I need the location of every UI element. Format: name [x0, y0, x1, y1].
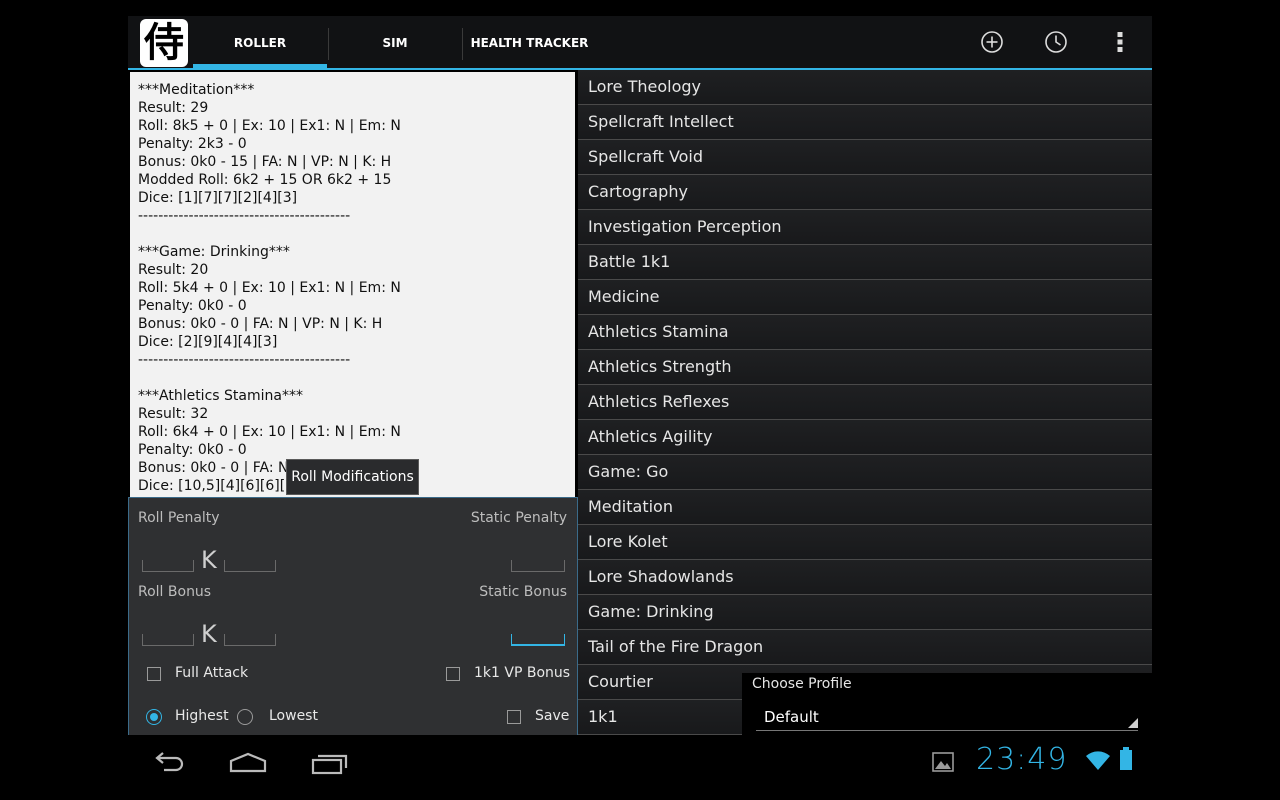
log-line: Result: 20	[138, 262, 209, 278]
log-line: ***Game: Drinking***	[138, 244, 290, 260]
lowest-radio[interactable]	[237, 709, 253, 725]
gallery-icon	[932, 752, 954, 772]
log-line: Modded Roll: 6k2 + 15 OR 6k2 + 15	[138, 172, 392, 188]
choose-profile-label: Choose Profile	[752, 676, 852, 692]
skill-list-item[interactable]: Spellcraft Intellect	[578, 105, 1152, 140]
log-line: ----------------------------------------…	[138, 208, 351, 224]
full-attack-checkbox[interactable]	[147, 667, 161, 681]
log-line: Roll: 5k4 + 0 | Ex: 10 | Ex1: N | Em: N	[138, 280, 401, 296]
save-label[interactable]: Save	[535, 708, 569, 724]
save-checkbox[interactable]	[507, 710, 521, 724]
skill-list-item[interactable]: Athletics Strength	[578, 350, 1152, 385]
log-spacer	[138, 369, 575, 387]
wifi-icon	[1086, 751, 1110, 770]
roll-bonus-label: Roll Bonus	[138, 584, 212, 600]
roll-bonus-roll-field[interactable]	[142, 634, 194, 646]
skill-list-item[interactable]: Investigation Perception	[578, 210, 1152, 245]
log-line: Penalty: 2k3 - 0	[138, 136, 247, 152]
tab-roller[interactable]: ROLLER	[193, 16, 327, 68]
status-clock: 23:49	[976, 742, 1068, 777]
skill-list-item[interactable]: Lore Shadowlands	[578, 560, 1152, 595]
profile-chooser: Choose Profile Default	[742, 673, 1152, 735]
roll-penalty-k-label: K	[201, 546, 217, 574]
lowest-label[interactable]: Lowest	[269, 708, 318, 724]
roll-modifications-tooltip: Roll Modifications	[286, 459, 419, 495]
tab-sim[interactable]: SIM	[329, 16, 461, 68]
static-penalty-field[interactable]	[511, 560, 565, 572]
add-icon[interactable]	[979, 29, 1005, 55]
log-line: ***Meditation***	[138, 82, 255, 98]
log-line: Dice: [2][9][4][4][3]	[138, 334, 278, 350]
action-bar: 侍 ROLLER SIM HEALTH TRACKER	[128, 16, 1152, 70]
skill-list-item[interactable]: Battle 1k1	[578, 245, 1152, 280]
highest-radio[interactable]	[146, 709, 162, 725]
log-line: Penalty: 0k0 - 0	[138, 298, 247, 314]
profile-value: Default	[764, 708, 819, 726]
log-line: Result: 29	[138, 100, 209, 116]
skill-list-item[interactable]: Athletics Reflexes	[578, 385, 1152, 420]
roll-log[interactable]: ***Meditation*** Result: 29 Roll: 8k5 + 0 …	[130, 72, 575, 498]
skill-list-item[interactable]: Lore Theology	[578, 70, 1152, 105]
full-attack-label[interactable]: Full Attack	[175, 665, 248, 681]
skill-list-item[interactable]: Game: Drinking	[578, 595, 1152, 630]
roll-modifications-panel: Roll Penalty Static Penalty K Roll Bonus…	[128, 497, 578, 736]
log-line: ***Athletics Stamina***	[138, 388, 303, 404]
roll-bonus-k-label: K	[201, 620, 217, 648]
log-line: Roll: 6k4 + 0 | Ex: 10 | Ex1: N | Em: N	[138, 424, 401, 440]
skill-list-item[interactable]: Meditation	[578, 490, 1152, 525]
log-line: ----------------------------------------…	[138, 352, 351, 368]
skill-list-item[interactable]: Cartography	[578, 175, 1152, 210]
profile-spinner[interactable]: Default	[756, 703, 1138, 731]
app-logo-icon[interactable]: 侍	[140, 19, 188, 67]
battery-icon	[1120, 747, 1132, 770]
roll-penalty-label: Roll Penalty	[138, 510, 220, 526]
skill-list-item[interactable]: Medicine	[578, 280, 1152, 315]
history-icon[interactable]	[1043, 29, 1069, 55]
log-line: Bonus: 0k0 - 0 | FA: N | VP: N | K: H	[138, 316, 383, 332]
roll-log-content: ***Meditation*** Result: 29 Roll: 8k5 + 0 …	[130, 72, 575, 495]
vp-bonus-label[interactable]: 1k1 VP Bonus	[474, 665, 570, 681]
skill-list-item[interactable]: Athletics Stamina	[578, 315, 1152, 350]
skill-list-item[interactable]: Game: Go	[578, 455, 1152, 490]
roll-penalty-keep-field[interactable]	[224, 560, 276, 572]
log-line: Result: 32	[138, 406, 209, 422]
static-penalty-label: Static Penalty	[470, 510, 567, 526]
static-bonus-label: Static Bonus	[479, 584, 567, 600]
roll-bonus-keep-field[interactable]	[224, 634, 276, 646]
overflow-menu-icon[interactable]	[1107, 29, 1133, 55]
log-line: Dice: [1][7][7][2][4][3]	[138, 190, 298, 206]
log-line: Bonus: 0k0 - 15 | FA: N | VP: N | K: H	[138, 154, 392, 170]
skill-list-item[interactable]: Athletics Agility	[578, 420, 1152, 455]
recents-icon[interactable]	[310, 749, 350, 777]
roll-penalty-roll-field[interactable]	[142, 560, 194, 572]
skill-list-item[interactable]: Spellcraft Void	[578, 140, 1152, 175]
spinner-arrow-icon	[1128, 718, 1138, 728]
skill-list-item[interactable]: Tail of the Fire Dragon	[578, 630, 1152, 665]
skill-list-item[interactable]: Lore Kolet	[578, 525, 1152, 560]
log-spacer	[138, 225, 575, 243]
home-icon[interactable]	[228, 749, 268, 777]
log-line: Roll: 8k5 + 0 | Ex: 10 | Ex1: N | Em: N	[138, 118, 401, 134]
highest-label[interactable]: Highest	[175, 708, 229, 724]
system-navigation-bar: 23:49	[128, 735, 1152, 800]
back-icon[interactable]	[148, 749, 188, 777]
log-line: Penalty: 0k0 - 0	[138, 442, 247, 458]
tab-health-tracker[interactable]: HEALTH TRACKER	[463, 16, 596, 68]
skill-list[interactable]: Lore Theology Spellcraft Intellect Spellcr…	[578, 70, 1152, 735]
vp-bonus-checkbox[interactable]	[446, 667, 460, 681]
static-bonus-field[interactable]	[511, 634, 565, 646]
